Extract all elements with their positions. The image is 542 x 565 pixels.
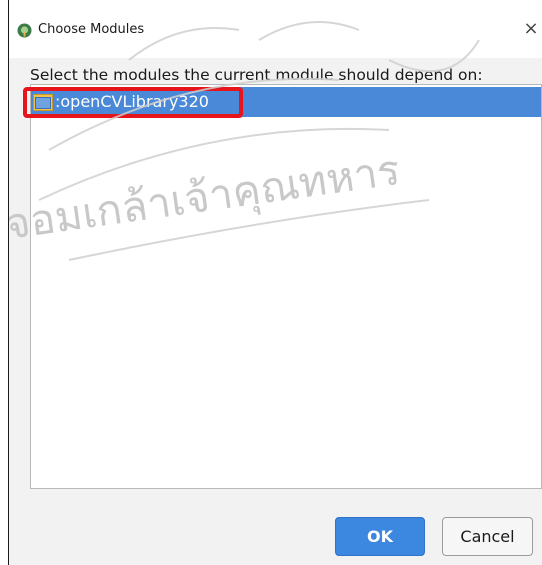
- ok-button[interactable]: OK: [335, 517, 425, 556]
- modules-list[interactable]: [30, 84, 542, 489]
- cancel-button[interactable]: Cancel: [442, 517, 533, 556]
- android-studio-icon: [17, 23, 32, 38]
- dialog-prompt: Select the modules the current module sh…: [30, 66, 483, 84]
- screen: Choose Modules × Select the modules the …: [0, 0, 542, 565]
- annotation-highlight-box: [23, 87, 243, 118]
- background-window-edge: [0, 0, 9, 565]
- dialog-title: Choose Modules: [38, 22, 145, 37]
- close-icon[interactable]: ×: [521, 17, 541, 41]
